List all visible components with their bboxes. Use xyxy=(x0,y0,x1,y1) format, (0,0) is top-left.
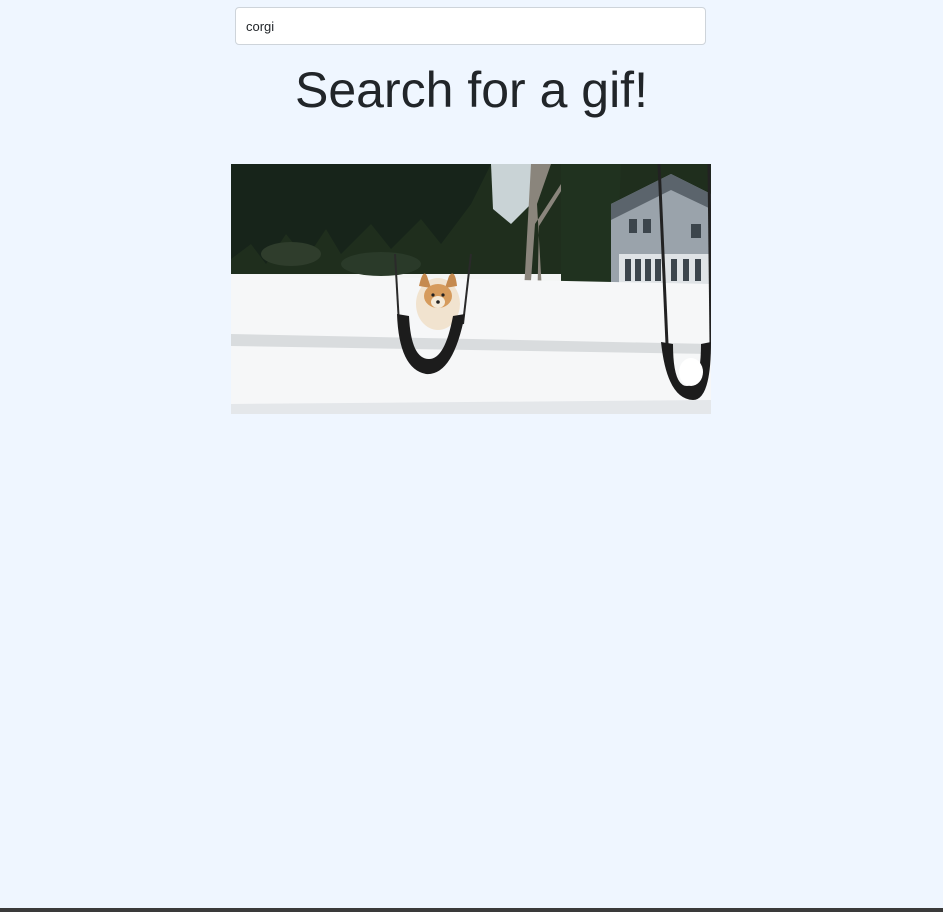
page: Search for a gif! xyxy=(0,0,943,912)
page-title: Search for a gif! xyxy=(295,62,648,118)
gif-result[interactable] xyxy=(231,164,711,414)
search-input[interactable] xyxy=(235,7,706,45)
corgi-swing-gif xyxy=(231,164,711,414)
bottom-edge xyxy=(0,908,943,912)
